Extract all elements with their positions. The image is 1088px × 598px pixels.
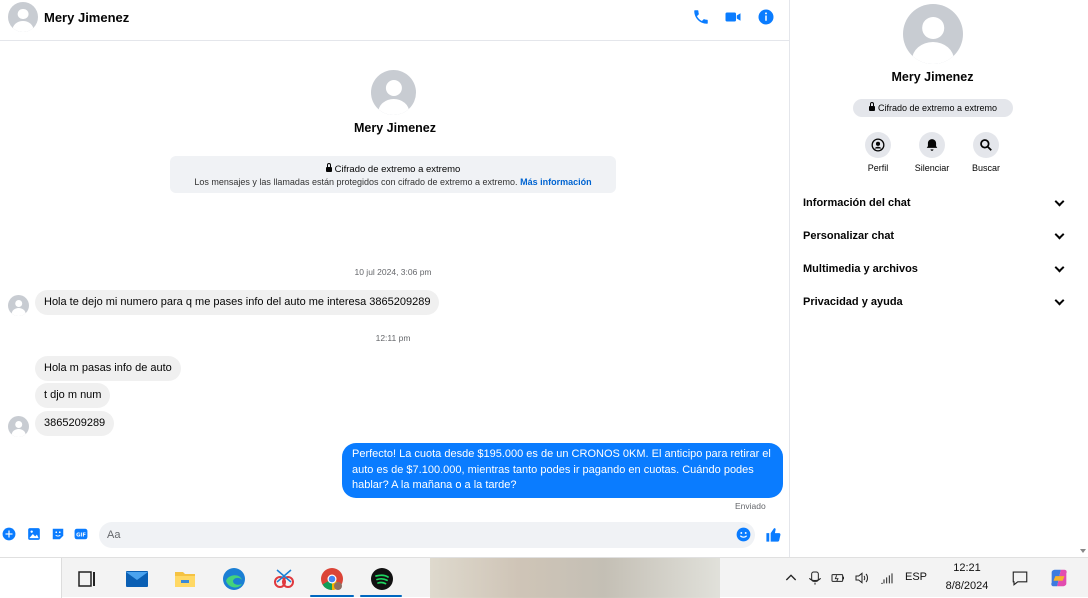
language-indicator[interactable]: ESP xyxy=(900,571,932,583)
like-icon[interactable] xyxy=(765,526,782,543)
edge-browser-icon[interactable] xyxy=(222,567,246,591)
incoming-message[interactable]: t djo m num xyxy=(35,383,111,408)
section-media-files[interactable]: Multimedia y archivos xyxy=(803,262,1065,275)
phone-icon[interactable] xyxy=(692,8,710,26)
lock-icon xyxy=(325,163,332,172)
chat-panel: Mery Jimenez Mery Jimenez Cifrado de ext… xyxy=(0,0,790,557)
sender-avatar xyxy=(8,416,29,437)
taskbar-search-box[interactable] xyxy=(0,558,62,598)
sender-avatar xyxy=(8,295,29,316)
scrollbar[interactable] xyxy=(1076,0,1088,557)
notification-icon[interactable] xyxy=(1011,569,1029,587)
taskbar: ESP 12:21 8/8/2024 xyxy=(0,557,1088,598)
search-action-label: Buscar xyxy=(971,163,1000,173)
chevron-up-icon[interactable] xyxy=(783,570,799,586)
chevron-down-icon xyxy=(1054,295,1065,305)
chrome-icon[interactable] xyxy=(320,567,344,591)
lock-icon xyxy=(868,102,875,111)
copilot-icon[interactable] xyxy=(1048,567,1070,589)
composer: GIF Aa xyxy=(0,520,790,550)
message-timestamp: 10 jul 2024, 3:06 pm xyxy=(354,267,432,277)
scroll-down-arrow-icon[interactable] xyxy=(1080,549,1086,553)
chevron-down-icon xyxy=(1054,196,1065,206)
plus-icon[interactable] xyxy=(2,527,16,541)
incoming-message[interactable]: Hola te dejo mi numero para q me pases i… xyxy=(35,290,440,315)
clock-time[interactable]: 12:21 xyxy=(938,562,996,574)
encryption-notice: Cifrado de extremo a extremo Los mensaje… xyxy=(170,156,616,193)
chat-info-panel: Mery Jimenez Cifrado de extremo a extrem… xyxy=(791,0,1088,557)
mail-icon[interactable] xyxy=(125,567,149,591)
section-label: Privacidad y ayuda xyxy=(803,296,903,308)
profile-name: Mery Jimenez xyxy=(354,121,436,135)
profile-action[interactable]: Perfil xyxy=(853,132,903,173)
clock-date[interactable]: 8/8/2024 xyxy=(938,580,996,592)
profile-action-label: Perfil xyxy=(867,163,889,173)
search-icon xyxy=(980,139,992,151)
profile-avatar xyxy=(371,70,416,115)
info-avatar xyxy=(903,4,963,64)
message-timestamp: 12:11 pm xyxy=(375,333,411,343)
contact-avatar[interactable] xyxy=(8,2,38,32)
section-label: Personalizar chat xyxy=(803,230,895,242)
bell-icon xyxy=(926,139,938,151)
profile-icon xyxy=(871,138,885,152)
section-privacy-help[interactable]: Privacidad y ayuda xyxy=(803,295,1065,308)
video-call-icon[interactable] xyxy=(724,8,742,26)
image-icon[interactable] xyxy=(27,527,41,541)
more-info-link[interactable]: Más información xyxy=(520,177,592,187)
encryption-description: Los mensajes y las llamadas están proteg… xyxy=(194,177,518,187)
desktop-wallpaper-strip xyxy=(430,558,720,598)
battery-icon[interactable] xyxy=(830,570,846,586)
encryption-badge[interactable]: Cifrado de extremo a extremo xyxy=(853,99,1013,117)
task-view-icon[interactable] xyxy=(75,567,99,591)
gif-icon[interactable]: GIF xyxy=(74,527,88,541)
contact-name[interactable]: Mery Jimenez xyxy=(44,10,129,25)
mute-action-label: Silenciar xyxy=(914,163,950,173)
sticker-icon[interactable] xyxy=(51,527,65,541)
meet-now-icon[interactable] xyxy=(807,570,823,586)
encryption-badge-label: Cifrado de extremo a extremo xyxy=(877,103,998,113)
messenger-app: Mery Jimenez Mery Jimenez Cifrado de ext… xyxy=(0,0,1088,557)
sent-status: Enviado xyxy=(735,501,766,511)
message-input[interactable]: Aa xyxy=(99,522,755,548)
wifi-icon[interactable] xyxy=(880,570,896,586)
encryption-title: Cifrado de extremo a extremo xyxy=(334,164,461,175)
mute-action[interactable]: Silenciar xyxy=(907,132,957,173)
info-icon[interactable] xyxy=(757,8,775,26)
emoji-icon[interactable] xyxy=(736,527,751,542)
chat-header: Mery Jimenez xyxy=(0,0,790,41)
section-label: Multimedia y archivos xyxy=(803,263,918,275)
incoming-message[interactable]: Hola m pasas info de auto xyxy=(35,356,181,381)
snipping-tool-icon[interactable] xyxy=(272,567,296,591)
spotify-icon[interactable] xyxy=(370,567,394,591)
chevron-down-icon xyxy=(1054,262,1065,272)
incoming-message[interactable]: 3865209289 xyxy=(35,411,115,436)
section-label: Información del chat xyxy=(803,197,911,209)
chevron-down-icon xyxy=(1054,229,1065,239)
info-name: Mery Jimenez xyxy=(891,70,974,84)
section-customize-chat[interactable]: Personalizar chat xyxy=(803,229,1065,242)
search-action[interactable]: Buscar xyxy=(961,132,1011,173)
outgoing-message[interactable]: Perfecto! La cuota desde $195.000 es de … xyxy=(342,443,783,498)
volume-icon[interactable] xyxy=(854,570,870,586)
section-chat-info[interactable]: Información del chat xyxy=(803,196,1065,209)
svg-text:GIF: GIF xyxy=(76,532,86,538)
file-explorer-icon[interactable] xyxy=(173,567,197,591)
